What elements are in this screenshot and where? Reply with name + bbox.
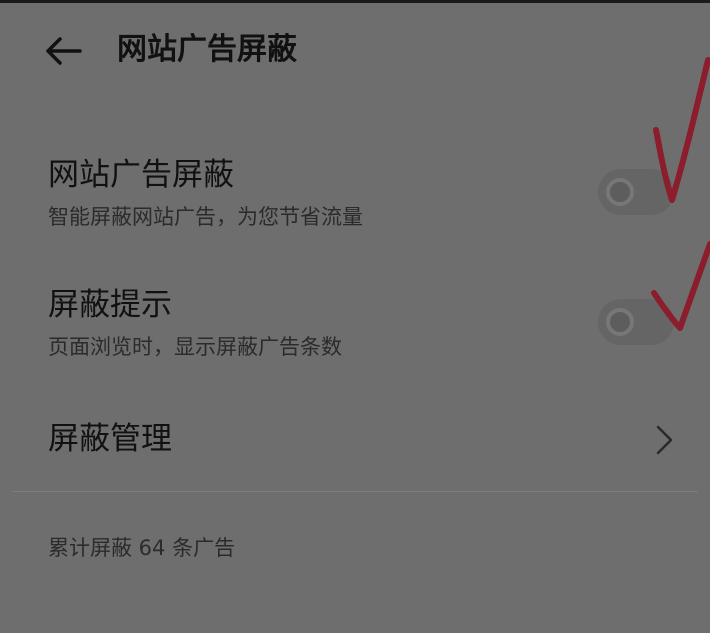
ad-block-title: 网站广告屏蔽 bbox=[48, 157, 234, 193]
back-arrow-icon bbox=[46, 37, 82, 65]
block-notice-toggle[interactable] bbox=[598, 299, 674, 345]
toggle-knob bbox=[606, 308, 634, 336]
setting-row-ad-block[interactable]: 网站广告屏蔽 智能屏蔽网站广告，为您节省流量 bbox=[0, 145, 710, 245]
toggle-knob bbox=[606, 178, 634, 206]
ad-block-subtitle: 智能屏蔽网站广告，为您节省流量 bbox=[48, 205, 363, 229]
app-header: 网站广告屏蔽 bbox=[0, 0, 710, 100]
section-divider bbox=[12, 491, 698, 492]
blocked-ads-count: 累计屏蔽 64 条广告 bbox=[48, 536, 236, 560]
block-management-title: 屏蔽管理 bbox=[48, 421, 172, 457]
ad-block-toggle[interactable] bbox=[598, 169, 674, 215]
block-notice-title: 屏蔽提示 bbox=[48, 287, 172, 323]
setting-row-block-management[interactable]: 屏蔽管理 bbox=[0, 405, 710, 475]
setting-row-block-notice[interactable]: 屏蔽提示 页面浏览时，显示屏蔽广告条数 bbox=[0, 275, 710, 375]
block-notice-subtitle: 页面浏览时，显示屏蔽广告条数 bbox=[48, 335, 342, 359]
chevron-right-icon bbox=[656, 425, 673, 455]
back-button[interactable] bbox=[40, 30, 86, 72]
page-title: 网站广告屏蔽 bbox=[117, 32, 297, 67]
